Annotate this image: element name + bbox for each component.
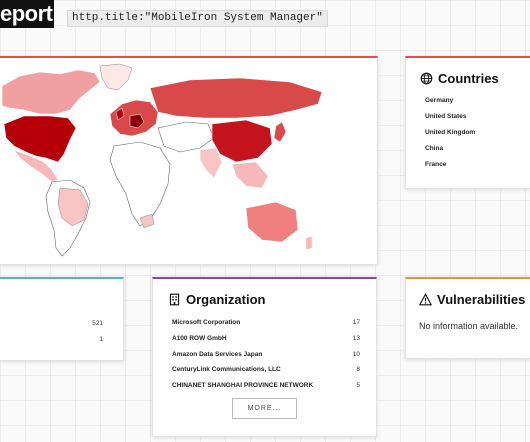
map-region-japan[interactable] — [273, 121, 287, 143]
country-item[interactable]: Germany — [425, 96, 475, 112]
world-map — [1, 63, 323, 257]
map-region-southeast-asia[interactable] — [231, 161, 269, 189]
organization-card: Organization Microsoft Corporation 17 A1… — [152, 277, 377, 437]
report-title: eport — [0, 0, 54, 28]
organization-title: Organization — [186, 292, 266, 307]
country-item[interactable]: China — [425, 144, 475, 160]
map-region-central-asia[interactable] — [157, 121, 215, 153]
map-region-india[interactable] — [199, 147, 223, 179]
org-name[interactable]: Amazon Data Services Japan — [172, 350, 262, 366]
org-name[interactable]: A100 ROW GmbH — [172, 334, 227, 350]
stat-value: 521 — [92, 320, 103, 327]
country-item[interactable]: United Kingdom — [425, 128, 475, 144]
stat-value: 1 — [99, 336, 103, 343]
map-region-china[interactable] — [211, 119, 273, 163]
map-region-canada[interactable] — [1, 69, 101, 115]
map-region-new-zealand[interactable] — [305, 235, 313, 251]
org-name[interactable]: Microsoft Corporation — [172, 318, 240, 334]
more-button[interactable]: MORE... — [232, 398, 297, 419]
org-row[interactable]: Amazon Data Services Japan 10 — [172, 350, 360, 366]
country-item[interactable]: United States — [425, 112, 475, 128]
country-item[interactable]: France — [425, 160, 475, 176]
org-row[interactable]: A100 ROW GmbH 13 — [172, 334, 360, 350]
org-count: 5 — [356, 382, 360, 390]
org-row[interactable]: Microsoft Corporation 17 — [172, 318, 360, 334]
country-list: Germany United States United Kingdom Chi… — [425, 96, 475, 176]
warning-icon — [419, 293, 432, 306]
countries-title: Countries — [438, 71, 499, 86]
vulnerabilities-card: Vulnerabilities No information available… — [405, 277, 530, 359]
org-row[interactable]: CenturyLink Communications, LLC 8 — [172, 365, 360, 381]
countries-card: Countries Germany United States United K… — [405, 56, 530, 189]
vulnerabilities-message: No information available. — [419, 321, 519, 331]
org-count: 10 — [352, 350, 360, 358]
world-map-card — [0, 56, 378, 265]
building-icon — [169, 293, 180, 306]
org-name[interactable]: CHINANET SHANGHAI PROVINCE NETWORK — [172, 381, 313, 397]
org-count: 13 — [352, 334, 360, 342]
org-count: 17 — [352, 319, 360, 326]
left-stats-card: 521 1 — [0, 277, 124, 361]
vulnerabilities-title: Vulnerabilities — [437, 292, 526, 307]
organization-list: Microsoft Corporation 17 A100 ROW GmbH 1… — [172, 318, 360, 397]
globe-icon — [420, 72, 433, 85]
map-region-united-states[interactable] — [3, 115, 77, 163]
search-query[interactable]: http.title:"MobileIron System Manager" — [67, 10, 328, 27]
org-row[interactable]: CHINANET SHANGHAI PROVINCE NETWORK 5 — [172, 381, 360, 397]
map-region-greenland[interactable] — [99, 63, 133, 91]
org-count: 8 — [356, 366, 360, 374]
org-name[interactable]: CenturyLink Communications, LLC — [172, 365, 281, 381]
map-region-russia[interactable] — [149, 77, 323, 119]
map-region-africa[interactable] — [109, 141, 171, 227]
map-region-australia[interactable] — [245, 201, 299, 243]
